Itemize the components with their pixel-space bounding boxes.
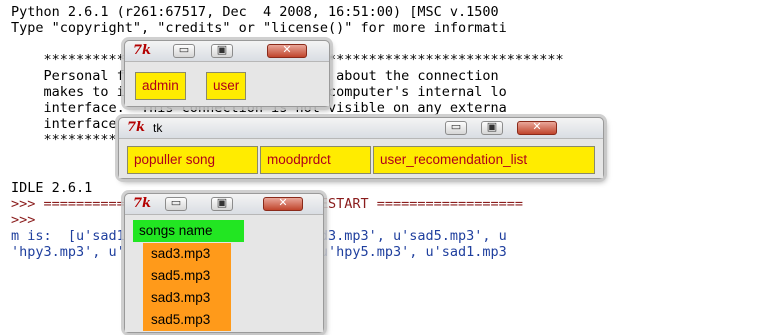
minimize-icon: ▭ (170, 196, 182, 209)
close-button[interactable]: ✕ (267, 43, 307, 58)
maximize-icon: ▣ (216, 43, 228, 56)
user-recomendation-list-button[interactable]: user_recomendation_list (373, 146, 595, 174)
window-title: tk (153, 121, 163, 135)
user-titlebar[interactable]: 7k tk ▭ ▣ ✕ (119, 118, 603, 139)
minimize-icon: ▭ (450, 120, 462, 133)
maximize-icon: ▣ (216, 196, 228, 209)
close-icon: ✕ (282, 43, 292, 56)
close-button[interactable]: ✕ (517, 120, 557, 135)
tk-logo-icon: 7k (133, 43, 152, 58)
close-icon: ✕ (278, 196, 288, 209)
song-list-item[interactable]: sad5.mp3 (143, 309, 231, 331)
minimize-button[interactable]: ▭ (165, 196, 187, 211)
songs-body: songs name sad3.mp3 sad5.mp3 sad3.mp3 sa… (125, 215, 323, 332)
songs-name-label: songs name (133, 220, 244, 242)
maximize-icon: ▣ (486, 120, 498, 133)
shell-line-2: Type "copyright", "credits" or "license(… (11, 20, 507, 36)
user-body: populler song moodprdct user_recomendati… (119, 139, 603, 178)
tk-logo-icon: 7k (127, 120, 146, 135)
maximize-button[interactable]: ▣ (211, 43, 233, 58)
close-icon: ✕ (532, 120, 542, 133)
shell-line-1: Python 2.6.1 (r261:67517, Dec 4 2008, 16… (11, 4, 499, 20)
login-window: 7k ▭ ▣ ✕ admin user (124, 40, 330, 107)
populler-song-button[interactable]: populler song (127, 146, 258, 174)
songs-window: 7k ▭ ▣ ✕ songs name sad3.mp3 sad5.mp3 sa… (124, 193, 324, 333)
login-body: admin user (125, 62, 329, 106)
song-list-item[interactable]: sad3.mp3 (143, 287, 231, 309)
songs-titlebar[interactable]: 7k ▭ ▣ ✕ (125, 194, 323, 215)
admin-button[interactable]: admin (135, 72, 186, 100)
login-titlebar[interactable]: 7k ▭ ▣ ✕ (125, 41, 329, 62)
maximize-button[interactable]: ▣ (481, 120, 503, 135)
song-list-item[interactable]: sad3.mp3 (143, 243, 231, 265)
user-window: 7k tk ▭ ▣ ✕ populler song moodprdct user… (118, 117, 604, 179)
close-button[interactable]: ✕ (263, 196, 303, 211)
minimize-icon: ▭ (178, 43, 190, 56)
moodprdct-button[interactable]: moodprdct (260, 146, 371, 174)
maximize-button[interactable]: ▣ (211, 196, 233, 211)
song-list-item[interactable]: sad5.mp3 (143, 265, 231, 287)
user-button[interactable]: user (206, 72, 247, 100)
shell-line-9: IDLE 2.6.1 (11, 180, 93, 196)
minimize-button[interactable]: ▭ (173, 43, 195, 58)
minimize-button[interactable]: ▭ (445, 120, 467, 135)
tk-logo-icon: 7k (133, 196, 152, 211)
shell-line-11: >>> (11, 212, 36, 228)
